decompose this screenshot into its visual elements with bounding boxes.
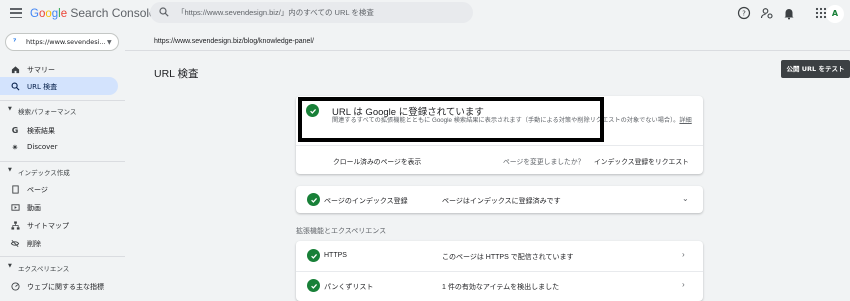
search-icon: [159, 7, 169, 17]
page-icon: [10, 184, 20, 194]
chevron-right-icon: ›: [682, 280, 685, 289]
discover-icon: ✷: [11, 142, 19, 152]
property-icon: ⁷: [13, 37, 17, 46]
chevron-down-icon: ⌄: [682, 194, 689, 203]
sidebar-item-label: ページ: [27, 186, 48, 194]
dropdown-caret-icon: ▼: [107, 39, 112, 46]
row-label: HTTPS: [324, 252, 347, 259]
card-divider: [296, 145, 703, 146]
video-icon: [10, 202, 20, 212]
sidebar: ⁷ https://www.sevendesi... ▼ サマリー URL 検査…: [0, 28, 125, 300]
request-indexing-button[interactable]: インデックス登録をリクエスト: [594, 156, 689, 166]
row-label: ページのインデックス登録: [324, 198, 408, 205]
search-bar[interactable]: 「https://www.sevendesign.biz/」内のすべての URL…: [150, 2, 473, 23]
changed-page-question: ページを変更しましたか？: [503, 159, 585, 166]
sidebar-item-label: サイトマップ: [27, 222, 69, 230]
enhancement-row-https[interactable]: HTTPS このページは HTTPS で配信されています ›: [296, 242, 703, 270]
sidebar-item-label: サマリー: [27, 66, 55, 74]
section-label: 検索パフォーマンス: [18, 108, 77, 116]
collapse-arrow-icon: ▼: [8, 106, 12, 112]
section-label: エクスペリエンス: [18, 265, 70, 273]
learn-more-link[interactable]: 詳細: [679, 117, 691, 124]
sidebar-divider: [0, 161, 125, 162]
sidebar-item-label: URL 検査: [27, 83, 58, 91]
app-logo[interactable]: Google Search Console: [30, 6, 156, 20]
page-indexing-row[interactable]: ページのインデックス登録 ページはインデックスに登録済みです ⌄: [296, 186, 703, 214]
test-live-url-button[interactable]: 公開 URL をテスト: [781, 60, 850, 78]
account-avatar[interactable]: A: [826, 5, 844, 23]
section-label: インデックス作成: [18, 169, 70, 177]
vitals-icon: [10, 281, 20, 291]
sidebar-item-videos[interactable]: 動画: [0, 198, 118, 216]
chevron-right-icon: ›: [682, 250, 685, 259]
sidebar-item-sitemaps[interactable]: サイトマップ: [0, 216, 118, 234]
notifications-icon[interactable]: [782, 6, 796, 20]
sidebar-item-url-inspection[interactable]: URL 検査: [0, 77, 118, 95]
property-url: https://www.sevendesi...: [26, 38, 106, 46]
sidebar-item-pages[interactable]: ページ: [0, 180, 118, 198]
google-g-icon: G: [11, 125, 19, 135]
sidebar-item-removals[interactable]: 削除: [0, 234, 118, 252]
collapse-arrow-icon: ▼: [8, 263, 12, 269]
sidebar-item-label: Discover: [27, 143, 58, 151]
search-input[interactable]: 「https://www.sevendesign.biz/」内のすべての URL…: [177, 7, 374, 18]
sidebar-item-summary[interactable]: サマリー: [0, 60, 118, 78]
row-value: このページは HTTPS で配信されています: [442, 254, 574, 261]
search-icon: [10, 81, 20, 91]
menu-icon[interactable]: [10, 8, 22, 18]
check-circle-icon: [307, 193, 320, 206]
row-value: ページはインデックスに登録済みです: [442, 198, 561, 205]
sitemap-icon: [10, 220, 20, 230]
sidebar-item-core-web-vitals[interactable]: ウェブに関する主な指標: [0, 277, 118, 295]
row-label: パンくずリスト: [324, 284, 374, 291]
enhancement-row-breadcrumbs[interactable]: パンくずリスト 1 件の有効なアイテムを検出しました ›: [296, 272, 703, 300]
help-icon[interactable]: ?: [737, 6, 751, 20]
check-circle-icon: [307, 249, 320, 262]
check-circle-icon: [307, 279, 320, 292]
sidebar-item-label: 動画: [27, 204, 41, 212]
row-value: 1 件の有効なアイテムを検出しました: [442, 284, 560, 291]
enhancements-heading: 拡張機能とエクスペリエンス: [296, 228, 387, 235]
sidebar-item-label: 検索結果: [27, 127, 55, 135]
home-icon: [10, 64, 20, 74]
inspected-url: https://www.sevendesign.biz/blog/knowled…: [154, 38, 314, 45]
page-title: URL 検査: [154, 68, 199, 80]
svg-text:?: ?: [742, 10, 746, 18]
sidebar-item-label: 削除: [27, 240, 41, 248]
sidebar-item-label: ウェブに関する主な指標: [27, 283, 104, 291]
product-name: Search Console: [70, 6, 156, 20]
sidebar-item-search-results[interactable]: G 検索結果: [0, 121, 118, 139]
highlight-frame: [298, 97, 604, 142]
sidebar-divider: [0, 256, 125, 257]
sidebar-item-discover[interactable]: ✷ Discover: [0, 138, 118, 156]
removal-icon: [10, 238, 20, 248]
collapse-arrow-icon: ▼: [8, 167, 12, 173]
manage-users-icon[interactable]: [760, 6, 774, 20]
header-divider: [125, 50, 850, 51]
google-wordmark: Google: [30, 8, 68, 20]
view-crawled-page-link[interactable]: クロール済みのページを表示: [333, 156, 421, 166]
sidebar-divider: [0, 100, 125, 101]
property-selector[interactable]: ⁷ https://www.sevendesi... ▼: [5, 33, 119, 51]
top-bar: Google Search Console 「https://www.seven…: [0, 0, 850, 28]
